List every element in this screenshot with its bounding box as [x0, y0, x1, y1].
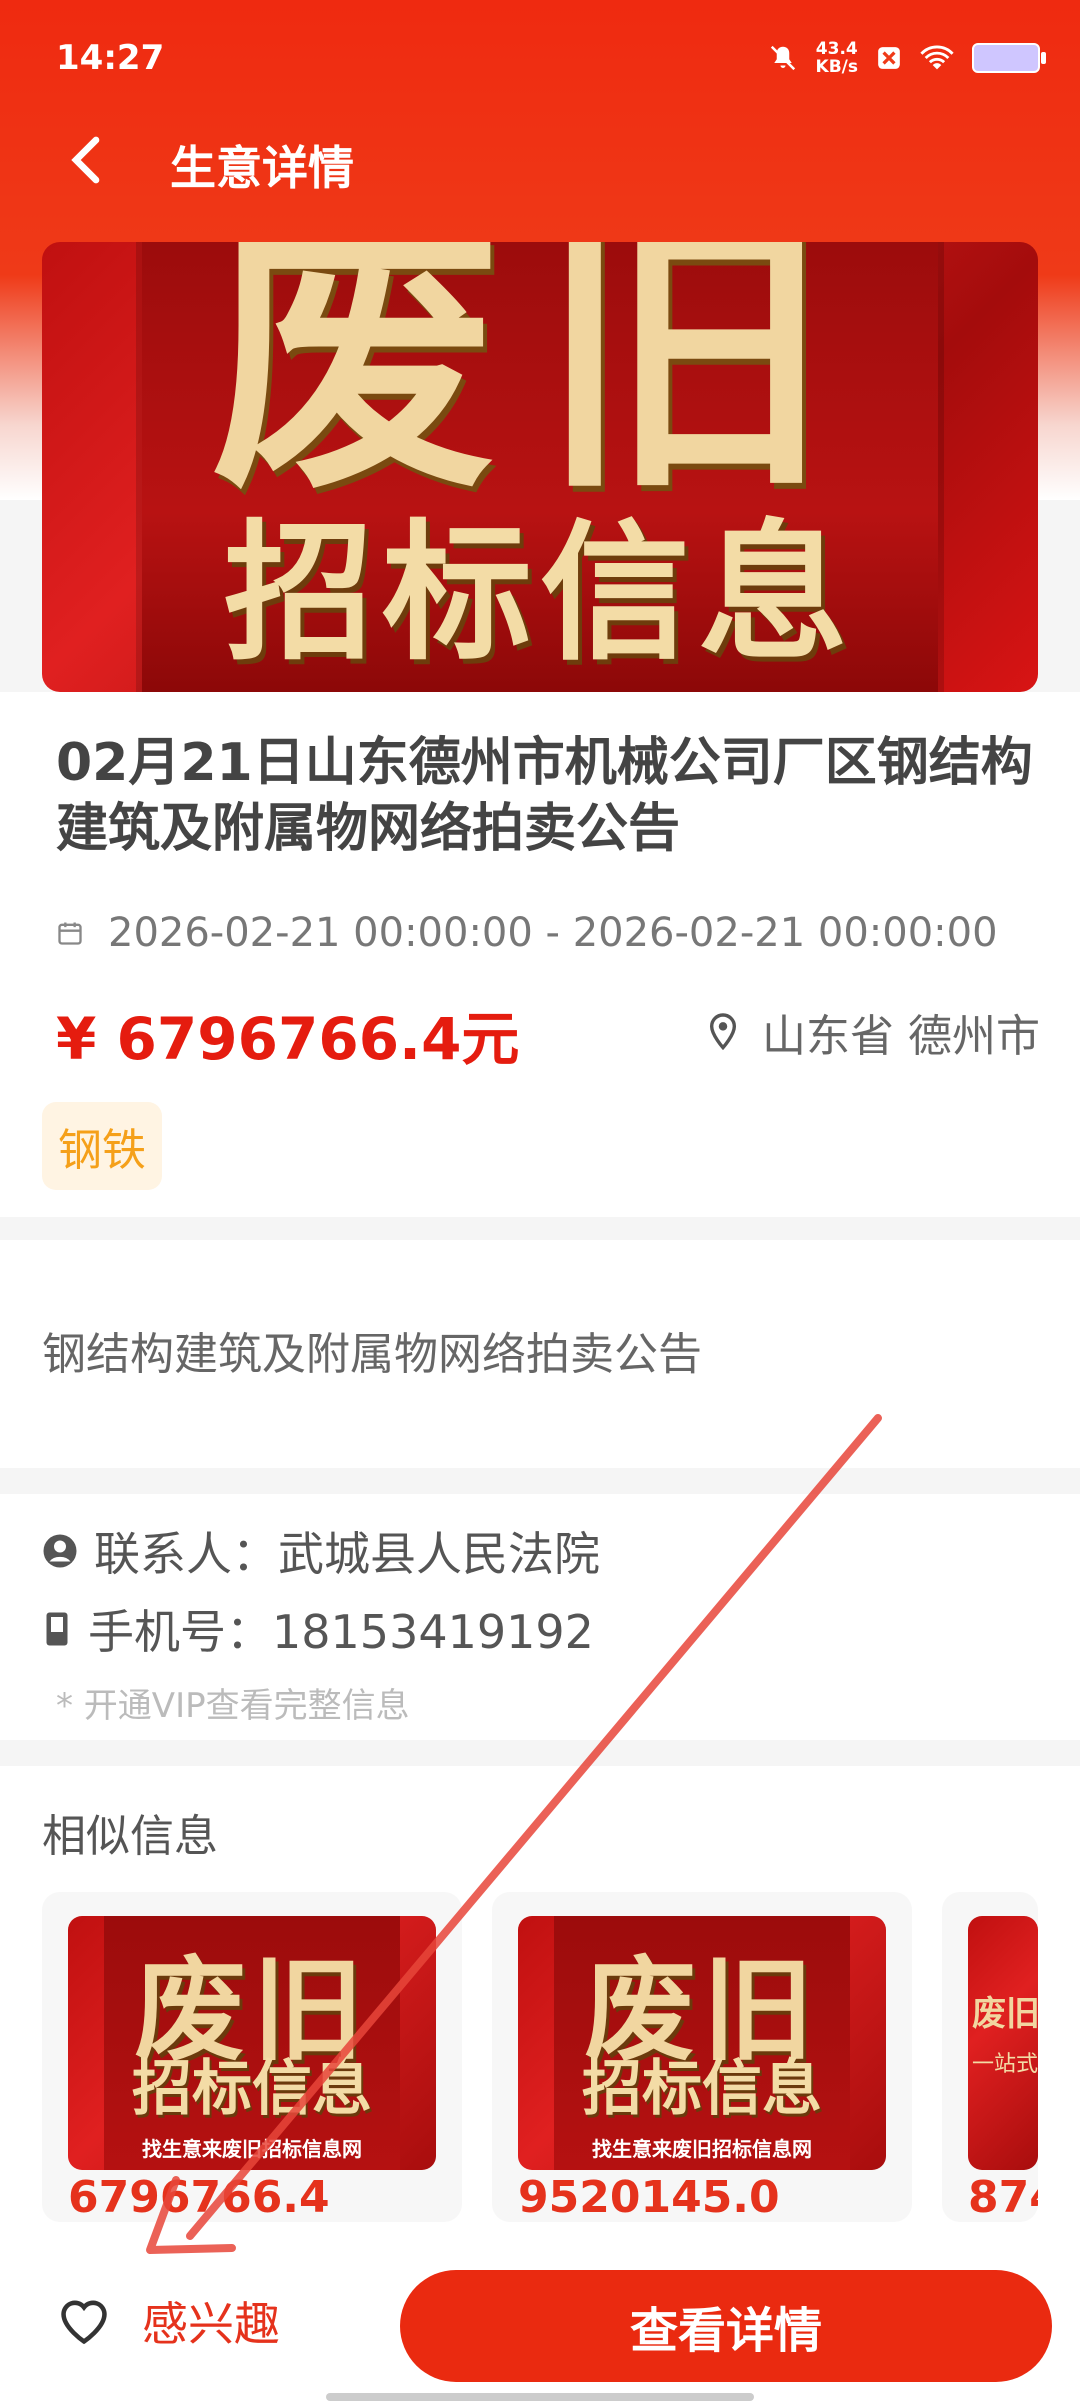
location: 山东省 德州市 [706, 1000, 1040, 1064]
similar-title: 相似信息 [42, 1811, 218, 1862]
similar-item-price: 6796766.4 [68, 2172, 330, 2222]
similar-item[interactable]: 废旧 招标信息 找生意来废旧招标信息网 6796766.4 [42, 1892, 462, 2222]
phone-icon [46, 1612, 68, 1646]
similar-item[interactable]: 废旧 招标信息 找生意来废旧招标信息网 9520145.0 [492, 1892, 912, 2222]
heart-icon [61, 2300, 107, 2345]
x-box-icon [878, 47, 900, 69]
listing-price: ¥ 6796766.4元 [56, 1005, 520, 1073]
similar-item-image: 废旧 招标信息 找生意来废旧招标信息网 [68, 1916, 436, 2170]
contact-person-row: 联系人：武城县人民法院 [42, 1518, 600, 1584]
description-text: 钢结构建筑及附属物网络拍卖公告 [42, 1329, 702, 1380]
contact-phone: 手机号：18153419192 [88, 1605, 594, 1659]
bottom-action-bar: 感兴趣 查看详情 [0, 2246, 1080, 2408]
net-speed-unit: KB/s [815, 57, 858, 77]
similar-item-foot-text: 找生意来废旧招标信息网 [592, 2137, 812, 2161]
contact-card: 联系人：武城县人民法院 手机号：18153419192 * 开通VIP查看完整信… [0, 1494, 1080, 1740]
similar-item-sub-text: 一站式 [972, 2052, 1038, 2077]
listing-title: 02月21日山东德州市机械公司厂区钢结构建筑及附属物网络拍卖公告 [56, 733, 1033, 859]
category-tag: 钢铁 [42, 1102, 162, 1190]
home-indicator[interactable] [326, 2393, 754, 2401]
contact-phone-row: 手机号：18153419192 [42, 1596, 594, 1662]
interest-button[interactable]: 感兴趣 [56, 2288, 280, 2354]
nav-bar: 生意详情 [0, 120, 1080, 200]
interest-label: 感兴趣 [142, 2297, 280, 2351]
similar-item-partial[interactable]: 废旧 一站式 874 [942, 1892, 1038, 2222]
similar-item-foot-text: 找生意来废旧招标信息网 [142, 2137, 362, 2161]
listing-banner-image: 废旧 招标信息 [42, 242, 1038, 692]
status-icons: 43.4 KB/s [768, 40, 1046, 76]
similar-item-image: 废旧 一站式 [968, 1916, 1038, 2170]
similar-section: 相似信息 废旧 招标信息 找生意来废旧招标信息网 6796766.4 废旧 招标… [0, 1766, 1080, 2246]
net-speed-value: 43.4 [815, 39, 858, 59]
mute-bell-icon [770, 45, 795, 71]
similar-item-big-text: 废旧 [972, 1994, 1038, 2034]
page-title: 生意详情 [170, 141, 354, 195]
status-time: 14:27 [56, 38, 165, 78]
similar-item-sub-text: 招标信息 [582, 2054, 822, 2124]
similar-item-price: 9520145.0 [518, 2172, 780, 2222]
net-speed: 43.4 KB/s [816, 40, 858, 76]
wifi-icon [920, 45, 954, 70]
date-row: 2026-02-21 00:00:00 - 2026-02-21 00:00:0… [56, 910, 998, 956]
user-icon [43, 1534, 77, 1568]
banner-sub-text: 招标信息 [223, 507, 856, 681]
similar-item-price: 874 [968, 2172, 1038, 2222]
location-pin-icon [709, 1013, 737, 1051]
similar-item-image: 废旧 招标信息 找生意来废旧招标信息网 [518, 1916, 886, 2170]
calendar-icon [58, 922, 82, 945]
similar-item-sub-text: 招标信息 [132, 2054, 372, 2124]
location-text: 山东省 德州市 [762, 1011, 1040, 1062]
chevron-left-icon [71, 136, 100, 184]
view-details-button[interactable]: 查看详情 [400, 2270, 1052, 2382]
vip-note[interactable]: * 开通VIP查看完整信息 [56, 1678, 410, 1727]
date-range: 2026-02-21 00:00:00 - 2026-02-21 00:00:0… [108, 910, 998, 956]
status-bar: 14:27 43.4 KB/s [0, 0, 1080, 120]
description-card: 钢结构建筑及附属物网络拍卖公告 [0, 1240, 1080, 1468]
battery-icon [972, 43, 1046, 73]
contact-person: 联系人：武城县人民法院 [94, 1527, 600, 1581]
back-button[interactable] [56, 130, 116, 190]
listing-info-card: 02月21日山东德州市机械公司厂区钢结构建筑及附属物网络拍卖公告 2026-02… [0, 692, 1080, 1217]
